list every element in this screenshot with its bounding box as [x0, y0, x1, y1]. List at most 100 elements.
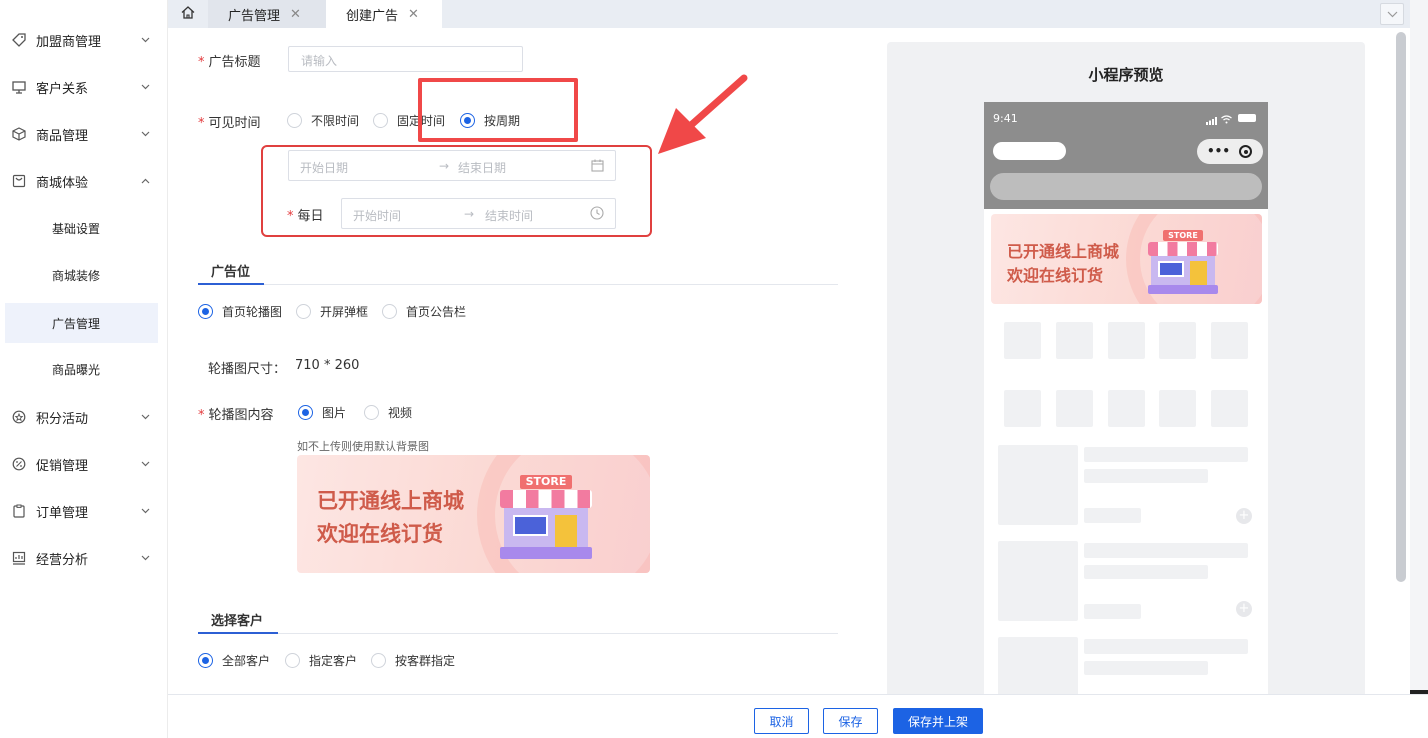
radio-splash-popup[interactable]: 开屏弹框 [296, 303, 368, 320]
required-mark: * [198, 408, 205, 423]
section-underline [198, 283, 264, 285]
radio-video[interactable]: 视频 [364, 404, 412, 421]
chart-icon [12, 551, 26, 565]
sidebar-item-label: 经营分析 [36, 552, 89, 568]
more-icon: ••• [1207, 144, 1231, 158]
sidebar-item-analytics[interactable]: 经营分析 [0, 535, 168, 581]
skeleton-block [1056, 322, 1093, 359]
sidebar-item-franchise[interactable]: 加盟商管理 [0, 17, 168, 63]
required-mark: * [198, 116, 205, 131]
banner-line1: 已开通线上商城 [1007, 242, 1120, 261]
sidebar-sub-label: 商城装修 [52, 268, 101, 283]
chevron-down-icon [140, 129, 150, 139]
phone-mockup: 9:41 ••• 已开通线上商城 欢迎在线订货 STORE + + [984, 102, 1268, 702]
chevron-down-icon [140, 506, 150, 516]
box-icon [12, 127, 26, 141]
tag-icon [12, 33, 26, 47]
target-icon [1239, 145, 1252, 158]
store-sign: STORE [520, 474, 572, 489]
sidebar-sub-label: 广告管理 [52, 316, 101, 331]
tab-create-ad[interactable]: 创建广告 ✕ [326, 0, 442, 28]
radio-all-customers[interactable]: 全部客户 [198, 652, 270, 669]
tab-label: 广告管理 [228, 8, 281, 24]
scrollbar[interactable] [1396, 32, 1406, 582]
sidebar-sub-basic-settings[interactable]: 基础设置 [5, 208, 158, 248]
sidebar-sub-ad-management[interactable]: 广告管理 [5, 303, 158, 343]
phone-header: 9:41 ••• [984, 102, 1268, 209]
annotation-arrow-icon [658, 74, 748, 154]
skeleton-line [1084, 543, 1248, 558]
close-icon[interactable]: ✕ [408, 7, 419, 22]
sidebar-item-points[interactable]: 积分活动 [0, 394, 168, 440]
tab-bar: 广告管理 ✕ 创建广告 ✕ [168, 0, 1428, 28]
sidebar-item-mall[interactable]: 商城体验 [0, 158, 168, 204]
skeleton-line [1084, 469, 1208, 483]
sidebar-item-label: 订单管理 [36, 505, 89, 521]
radio-home-carousel[interactable]: 首页轮播图 [198, 303, 282, 320]
chevron-down-icon [140, 82, 150, 92]
ad-title-label: * 广告标题 [198, 55, 261, 70]
close-icon[interactable]: ✕ [290, 7, 301, 22]
preview-banner: 已开通线上商城 欢迎在线订货 STORE [991, 214, 1262, 304]
tab-home[interactable] [168, 0, 208, 28]
radio-specified-customers[interactable]: 指定客户 [285, 652, 357, 669]
skeleton-line [1084, 661, 1208, 675]
tab-label: 创建广告 [346, 8, 399, 24]
chevron-up-icon [140, 176, 150, 186]
radio-image[interactable]: 图片 [298, 404, 346, 421]
carousel-content-label: * 轮播图内容 [198, 408, 274, 423]
sidebar-item-orders[interactable]: 订单管理 [0, 488, 168, 534]
skeleton-block [1159, 322, 1196, 359]
section-divider [198, 284, 838, 285]
skeleton-thumb [998, 541, 1078, 621]
skeleton-thumb [998, 445, 1078, 525]
capsule-button[interactable]: ••• [1197, 139, 1263, 164]
ad-title-input[interactable]: 请输入 [288, 46, 523, 72]
sidebar-item-label: 促销管理 [36, 458, 89, 474]
search-bar[interactable] [990, 173, 1262, 200]
points-icon [12, 410, 26, 424]
chevron-down-icon [140, 412, 150, 422]
cancel-button[interactable]: 取消 [754, 708, 809, 734]
monitor-icon [12, 80, 26, 94]
battery-icon [1238, 114, 1256, 122]
skeleton-block [1159, 390, 1196, 427]
radio-no-limit[interactable]: 不限时间 [287, 112, 359, 129]
sidebar-item-label: 商品管理 [36, 128, 89, 144]
skeleton-block [1211, 390, 1248, 427]
carousel-size-value: 710 * 260 [295, 358, 360, 373]
radio-home-notice[interactable]: 首页公告栏 [382, 303, 466, 320]
ad-slot-title: 广告位 [211, 265, 251, 280]
footer-actions: 取消 保存 保存并上架 [168, 694, 1428, 738]
skeleton-block [1056, 390, 1093, 427]
ad-title-placeholder: 请输入 [301, 54, 338, 68]
preview-title: 小程序预览 [1088, 66, 1164, 84]
tab-ad-management[interactable]: 广告管理 ✕ [208, 0, 332, 28]
section-underline [198, 632, 278, 634]
sidebar-item-customers[interactable]: 客户关系 [0, 64, 168, 110]
store-illustration: STORE [1148, 230, 1218, 295]
store-illustration: STORE [500, 474, 592, 560]
chevron-down-icon [1387, 7, 1398, 21]
sidebar-item-label: 商城体验 [36, 175, 89, 191]
tab-dropdown-button[interactable] [1380, 3, 1404, 25]
skeleton-block [1004, 322, 1041, 359]
sidebar-sub-mall-decoration[interactable]: 商城装修 [5, 255, 158, 295]
sidebar-item-promotions[interactable]: 促销管理 [0, 441, 168, 487]
default-bg-hint: 如不上传则使用默认背景图 [297, 440, 429, 453]
sidebar-item-products[interactable]: 商品管理 [0, 111, 168, 157]
skeleton-line [1084, 447, 1248, 462]
skeleton-block [1108, 390, 1145, 427]
radio-by-customer-group[interactable]: 按客群指定 [371, 652, 455, 669]
skeleton-line [1084, 604, 1141, 619]
required-mark: * [198, 55, 205, 70]
right-gutter [1410, 0, 1428, 738]
annotation-range-box [261, 145, 652, 237]
chevron-down-icon [140, 553, 150, 563]
banner-upload-image[interactable]: 已开通线上商城 欢迎在线订货 STORE [297, 455, 650, 573]
customer-section-title: 选择客户 [211, 614, 264, 629]
sidebar-item-label: 客户关系 [36, 81, 89, 97]
save-button[interactable]: 保存 [823, 708, 878, 734]
save-and-publish-button[interactable]: 保存并上架 [893, 708, 983, 734]
sidebar-sub-product-exposure[interactable]: 商品曝光 [5, 349, 158, 389]
